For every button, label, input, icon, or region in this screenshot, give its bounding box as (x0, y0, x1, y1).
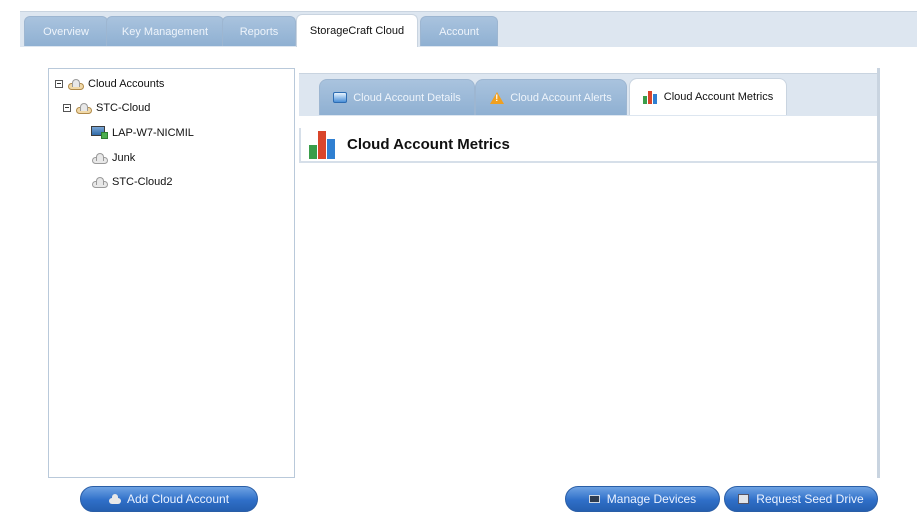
manage-devices-button[interactable]: Manage Devices (565, 486, 720, 512)
tab-cloud-account-alerts[interactable]: Cloud Account Alerts (475, 79, 627, 115)
cloud-icon (91, 176, 109, 188)
tree-node-label: Junk (112, 152, 136, 164)
tab-overview[interactable]: Overview (24, 16, 108, 46)
cloud-details-icon (333, 92, 348, 103)
panel-border (877, 68, 880, 478)
tree-node-cloud-accounts[interactable]: Cloud Accounts (55, 75, 164, 93)
button-label: Manage Devices (606, 492, 697, 506)
cloud-icon (91, 152, 109, 164)
tab-storagecraft-cloud[interactable]: StorageCraft Cloud (296, 14, 418, 47)
tree-node-label: STC-Cloud (96, 102, 151, 114)
computer-icon (91, 126, 109, 140)
tab-account[interactable]: Account (420, 16, 498, 46)
collapse-toggle-icon[interactable] (63, 104, 71, 112)
cloud-group-icon (75, 102, 93, 114)
drive-icon (738, 494, 750, 504)
cloud-accounts-icon (67, 78, 85, 90)
warning-icon (490, 91, 505, 104)
tab-label: Cloud Account Details (353, 91, 461, 104)
button-label: Add Cloud Account (126, 492, 230, 506)
bar-chart-icon (309, 130, 337, 159)
tree-node-device[interactable]: LAP-W7-NICMIL (91, 124, 194, 142)
tab-label: Cloud Account Metrics (663, 91, 774, 103)
page-title: Cloud Account Metrics (347, 136, 510, 153)
cloud-add-icon (108, 494, 121, 504)
tab-key-management[interactable]: Key Management (106, 16, 224, 46)
tab-label: Cloud Account Alerts (510, 91, 612, 104)
tab-reports[interactable]: Reports (222, 16, 296, 46)
cloud-accounts-tree: Cloud Accounts STC-Cloud LAP-W7-NICMIL J… (48, 68, 295, 478)
tree-node-junk[interactable]: Junk (91, 149, 135, 167)
tree-node-stc-cloud[interactable]: STC-Cloud (63, 99, 150, 117)
add-cloud-account-button[interactable]: Add Cloud Account (80, 486, 258, 512)
button-label: Request Seed Drive (756, 492, 864, 506)
tree-node-label: STC-Cloud2 (112, 176, 173, 188)
details-panel: Cloud Account Details Cloud Account Aler… (299, 68, 881, 478)
collapse-toggle-icon[interactable] (55, 80, 63, 88)
tree-node-stc-cloud2[interactable]: STC-Cloud2 (91, 173, 173, 191)
device-icon (588, 494, 601, 504)
tab-cloud-account-metrics[interactable]: Cloud Account Metrics (629, 78, 787, 115)
tree-node-label: Cloud Accounts (88, 78, 165, 90)
top-nav: Overview Key Management Reports StorageC… (0, 0, 917, 47)
bar-chart-icon (642, 90, 658, 104)
request-seed-drive-button[interactable]: Request Seed Drive (724, 486, 878, 512)
tree-node-label: LAP-W7-NICMIL (112, 127, 194, 139)
tab-cloud-account-details[interactable]: Cloud Account Details (319, 79, 475, 115)
metrics-header: Cloud Account Metrics (299, 128, 877, 163)
